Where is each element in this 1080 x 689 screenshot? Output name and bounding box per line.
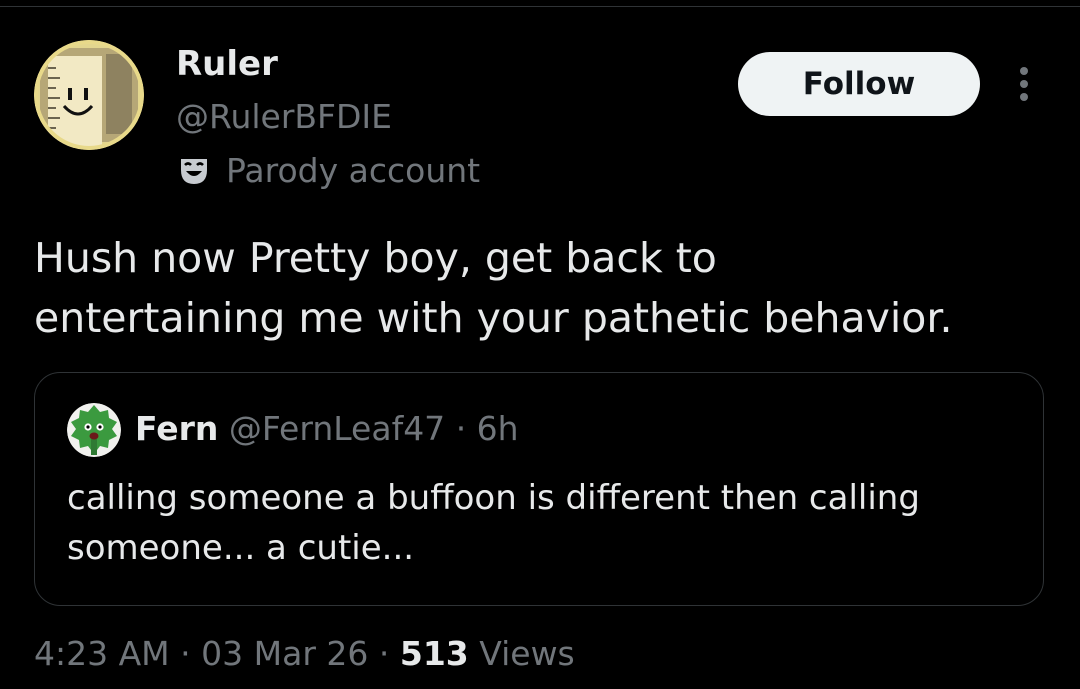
quoted-tweet-age[interactable]: 6h — [477, 409, 519, 448]
author-handle[interactable]: @RulerBFDIE — [176, 97, 392, 136]
more-vertical-icon[interactable] — [1006, 62, 1042, 106]
quoted-meta-separator: · — [455, 409, 477, 448]
top-divider — [0, 6, 1080, 7]
footer-separator: · — [378, 634, 400, 673]
tweet-meta-footer: 4:23 AM · 03 Mar 26 · 513 Views — [34, 634, 575, 673]
parody-label: Parody account — [176, 148, 480, 192]
quoted-author-name[interactable]: Fern — [135, 409, 218, 448]
author-display-name[interactable]: Ruler — [176, 44, 278, 84]
tweet-text: Hush now Pretty boy, get back to enterta… — [34, 234, 953, 342]
tweet-date[interactable]: 03 Mar 26 — [201, 634, 368, 673]
views-count[interactable]: 513 — [400, 634, 469, 673]
quoted-author-handle[interactable]: @FernLeaf47 — [229, 409, 445, 448]
parody-label-text: Parody account — [226, 150, 481, 190]
ruler-avatar-icon — [34, 40, 144, 150]
tweet-time[interactable]: 4:23 AM — [34, 634, 170, 673]
views-label: Views — [479, 634, 575, 673]
quoted-tweet-text: calling someone a buffoon is different t… — [67, 478, 920, 568]
fern-leaf-avatar-icon — [67, 403, 121, 457]
theater-mask-icon — [176, 152, 212, 188]
quoted-tweet-card[interactable]: Fern @FernLeaf47 · 6h calling someone a … — [34, 372, 1044, 606]
follow-button[interactable]: Follow — [738, 52, 980, 116]
author-avatar[interactable] — [34, 40, 144, 150]
quoted-author-avatar[interactable] — [67, 403, 121, 457]
quoted-tweet-header: Fern @FernLeaf47 · 6h — [135, 409, 519, 448]
footer-separator: · — [180, 634, 202, 673]
